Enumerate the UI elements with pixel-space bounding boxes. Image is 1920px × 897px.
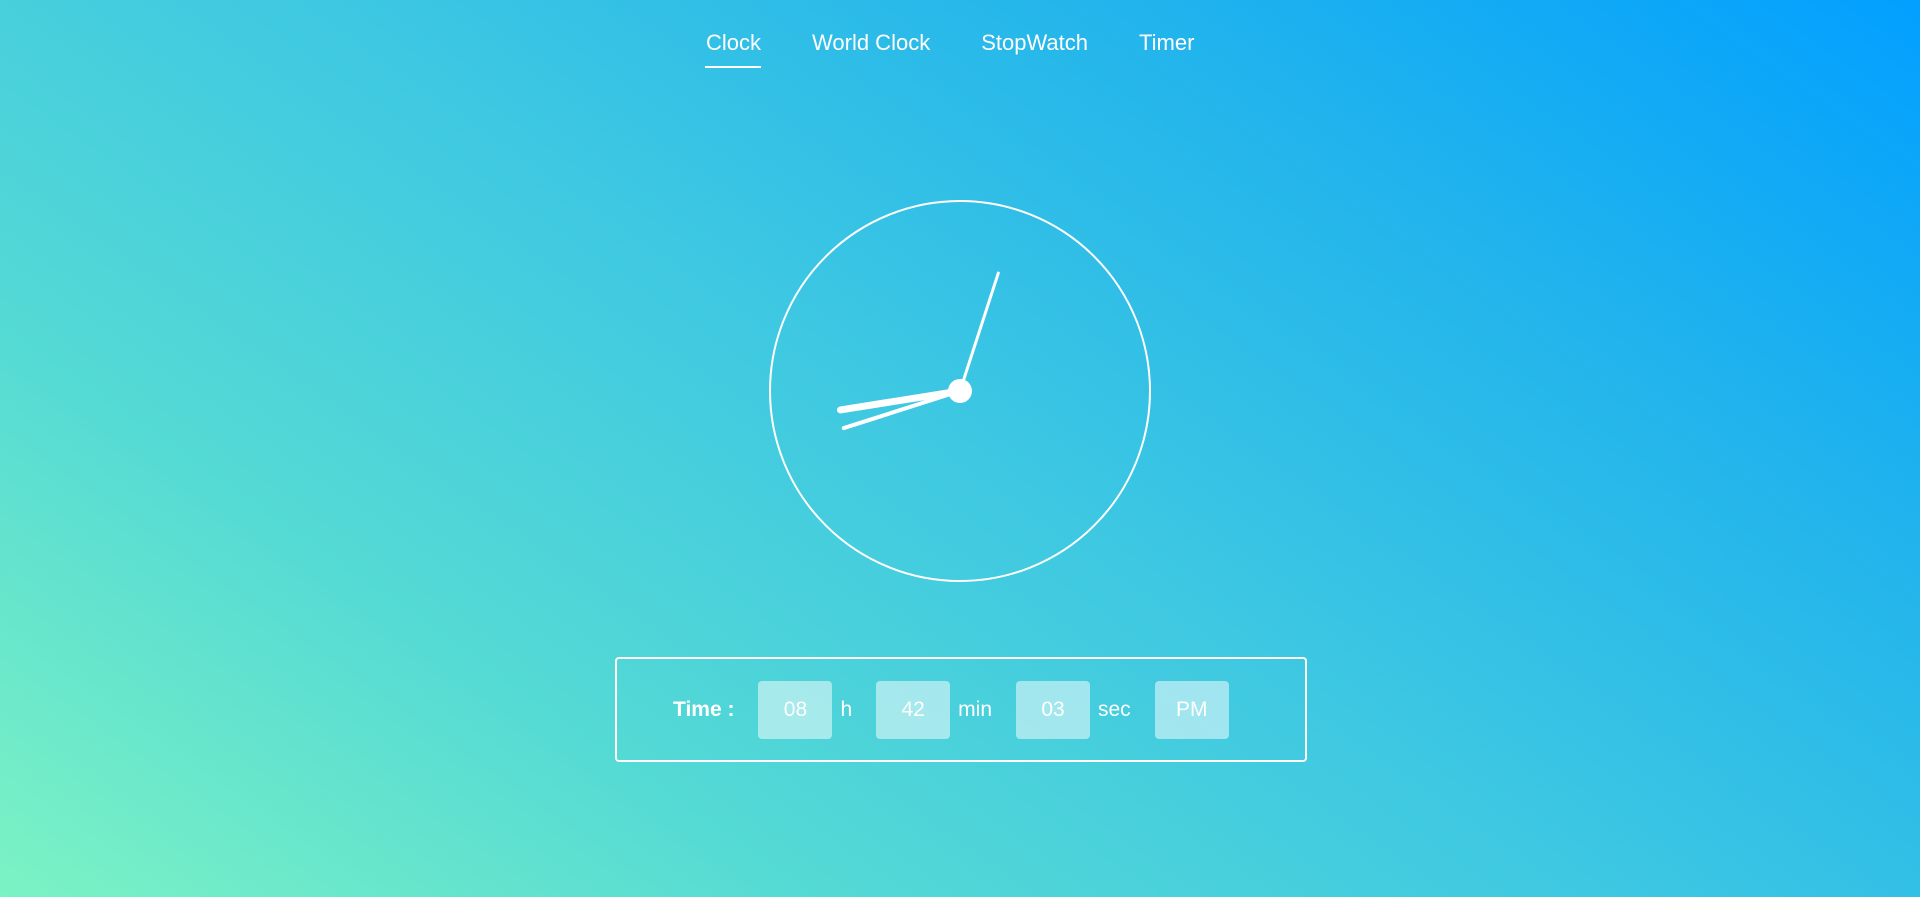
period-value: PM bbox=[1154, 680, 1229, 739]
nav-tabs: Clock World Clock StopWatch Timer bbox=[705, 30, 1194, 68]
tab-world-clock[interactable]: World Clock bbox=[811, 30, 930, 68]
tab-clock[interactable]: Clock bbox=[705, 30, 762, 68]
seconds-unit: sec bbox=[1098, 697, 1131, 721]
hours-value: 08 bbox=[758, 680, 833, 739]
time-label: Time : bbox=[673, 697, 735, 721]
tab-timer[interactable]: Timer bbox=[1138, 30, 1194, 68]
minutes-value: 42 bbox=[876, 680, 951, 739]
analog-clock bbox=[769, 200, 1151, 582]
clock-center-dot bbox=[948, 379, 972, 403]
hour-hand bbox=[836, 387, 964, 414]
second-hand bbox=[958, 271, 1000, 393]
hours-unit: h bbox=[840, 697, 853, 721]
tab-stopwatch[interactable]: StopWatch bbox=[980, 30, 1088, 68]
minutes-unit: min bbox=[958, 697, 992, 721]
seconds-value: 03 bbox=[1016, 680, 1090, 739]
digital-time-panel: Time : 08 h 42 min 03 sec PM bbox=[615, 657, 1307, 762]
